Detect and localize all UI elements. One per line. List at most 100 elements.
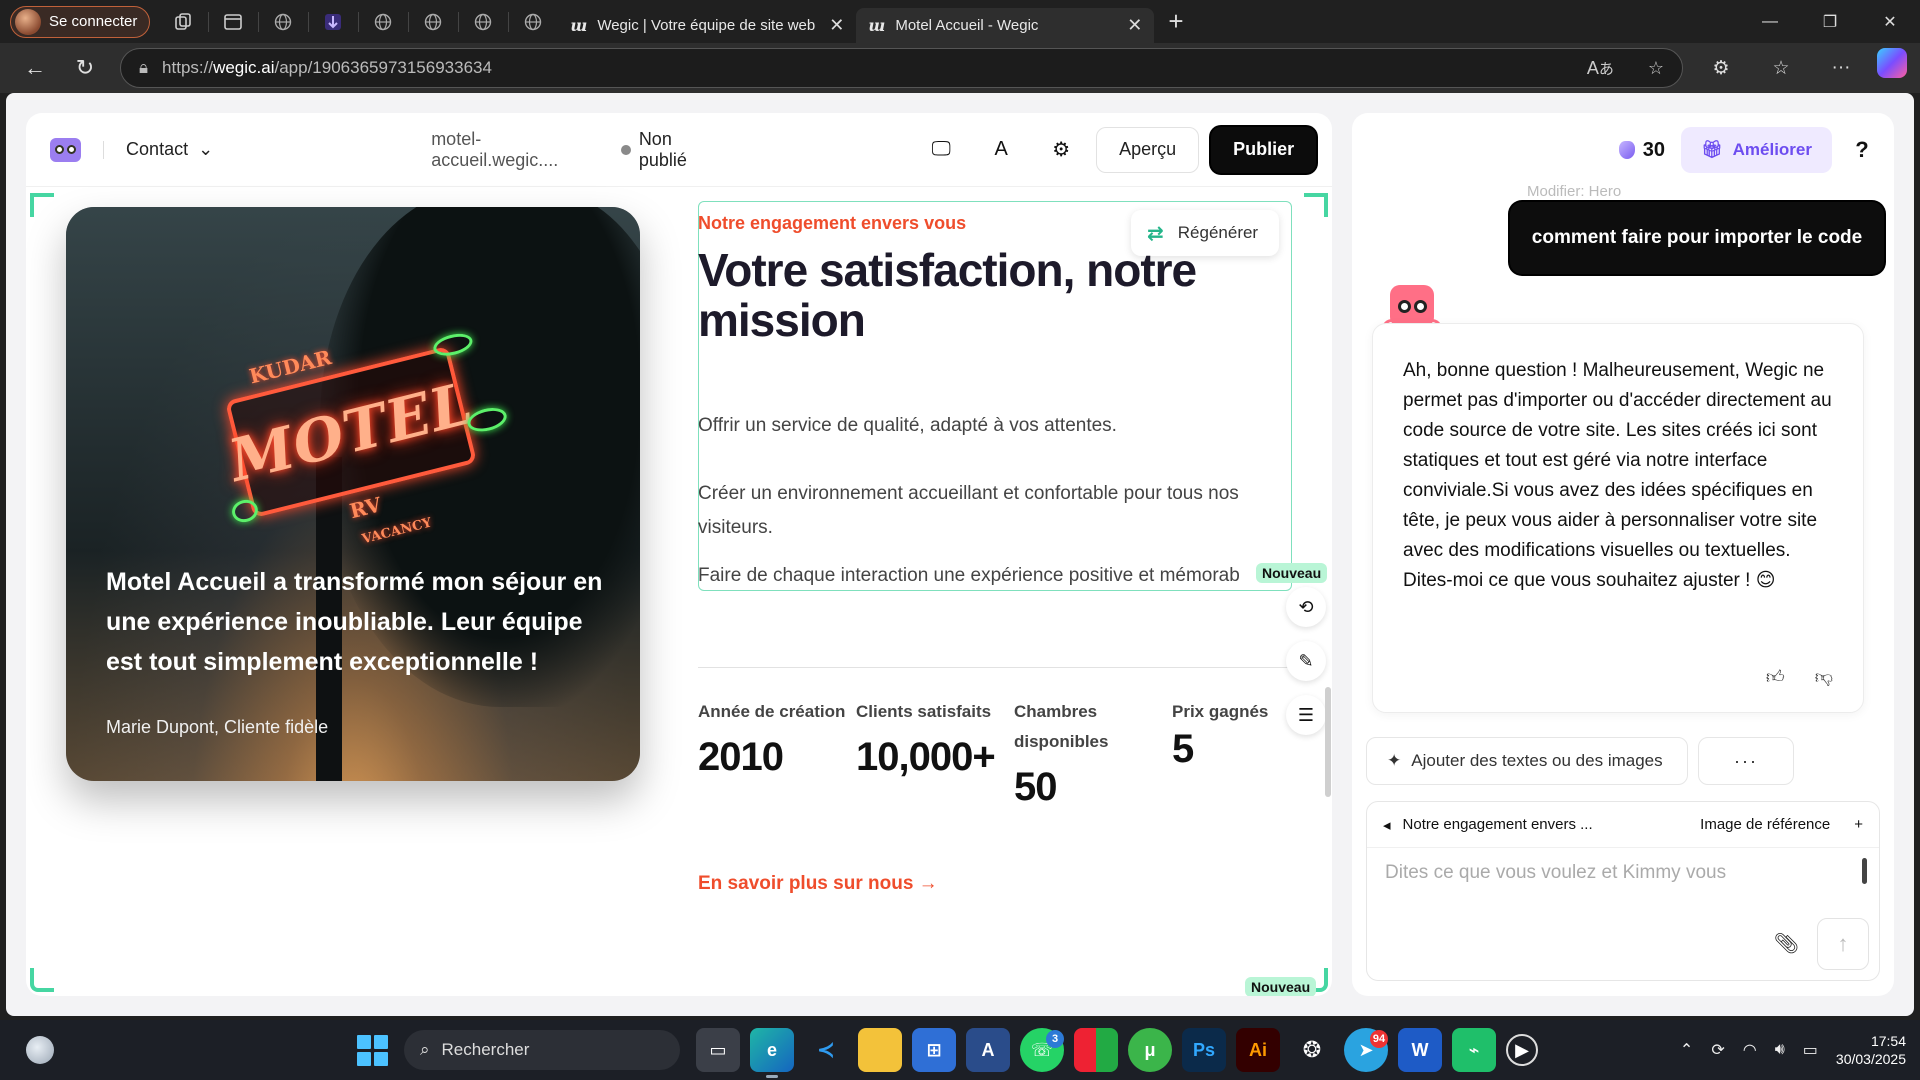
more-options-button[interactable]: ··· xyxy=(1698,737,1794,785)
pinned-tab-globe-icon[interactable] xyxy=(508,0,558,43)
add-reference-icon[interactable]: + xyxy=(1854,816,1863,833)
section-eyebrow[interactable]: Notre engagement envers vous xyxy=(698,213,966,234)
app-green-icon[interactable]: ⌁ xyxy=(1452,1028,1496,1072)
stat-item[interactable]: Année de création 2010 xyxy=(698,697,848,780)
settings-gear-icon[interactable]: ⚙ xyxy=(1042,131,1080,169)
page-selector[interactable]: Contact ⌄ xyxy=(126,139,213,160)
regenerate-label: Régénérer xyxy=(1177,223,1259,242)
minimize-icon[interactable]: — xyxy=(1740,0,1800,43)
file-explorer-icon[interactable] xyxy=(858,1028,902,1072)
site-domain[interactable]: motel-accueil.wegic.... xyxy=(431,129,603,171)
tab-actions-icon[interactable] xyxy=(208,0,258,43)
chat-input[interactable] xyxy=(1385,862,1855,884)
clock[interactable]: 17:54 30/03/2025 xyxy=(1836,1032,1906,1068)
composer-scrollbar[interactable] xyxy=(1862,858,1867,884)
microsoft-store-icon[interactable]: ⊞ xyxy=(912,1028,956,1072)
wifi-icon[interactable]: ◠ xyxy=(1743,1040,1757,1060)
stat-value: 50 xyxy=(1014,765,1058,809)
chatgpt-icon[interactable]: ❂ xyxy=(1290,1028,1334,1072)
style-brush-icon[interactable]: A xyxy=(982,131,1020,169)
section-headline[interactable]: Votre satisfaction, notre mission xyxy=(698,245,1258,345)
telegram-icon[interactable]: ➤ 94 xyxy=(1344,1028,1388,1072)
thumbs-up-icon[interactable]: 👍︎ xyxy=(1766,662,1785,692)
url-field[interactable]: 🔒︎ https://wegic.ai/app/1906365973156933… xyxy=(120,48,1683,88)
font-app-icon[interactable]: A xyxy=(966,1028,1010,1072)
browser-tab[interactable]: ɯ Wegic | Votre équipe de site web ✕ xyxy=(558,8,856,43)
pinned-tab-globe-icon[interactable] xyxy=(458,0,508,43)
whatsapp-icon[interactable]: ☏ 3 xyxy=(1020,1028,1064,1072)
volume-icon[interactable]: 🔊︎ xyxy=(1775,1041,1785,1059)
commitment-paragraph[interactable]: Faire de chaque interaction une expérien… xyxy=(698,559,1254,593)
attach-paperclip-icon[interactable]: 📎︎ xyxy=(1774,931,1799,956)
workspaces-icon[interactable] xyxy=(158,0,208,43)
copilot-icon[interactable] xyxy=(1877,48,1907,78)
pinned-tab-globe-icon[interactable] xyxy=(258,0,308,43)
close-tab-icon[interactable]: ✕ xyxy=(829,15,844,36)
stat-value: 2010 xyxy=(698,735,784,779)
sync-icon[interactable]: ⟳ xyxy=(1711,1040,1724,1060)
stat-item[interactable]: Prix gagnés 5 xyxy=(1172,697,1272,772)
battery-icon[interactable]: ▭ xyxy=(1803,1040,1818,1060)
back-icon[interactable]: ← xyxy=(10,48,60,88)
edge-browser-icon[interactable]: e xyxy=(750,1028,794,1078)
profile-button[interactable]: Se connecter xyxy=(10,5,151,38)
favorite-star-icon[interactable]: ☆ xyxy=(1648,58,1664,79)
read-aloud-icon[interactable]: Aあ xyxy=(1587,58,1614,79)
stat-item[interactable]: Clients satisfaits 10,000+ xyxy=(856,697,1006,780)
pinned-tab-app-icon[interactable] xyxy=(308,0,358,43)
illustrator-icon[interactable]: Ai xyxy=(1236,1028,1280,1072)
media-player-icon[interactable]: ▶ xyxy=(1506,1034,1538,1066)
close-window-icon[interactable]: ✕ xyxy=(1860,0,1920,43)
pinned-tab-globe-icon[interactable] xyxy=(358,0,408,43)
thumbs-down-icon[interactable]: 👎︎ xyxy=(1815,662,1833,692)
status-dot xyxy=(621,144,631,155)
taskbar-search[interactable]: ⌕ Rechercher xyxy=(404,1030,680,1070)
upgrade-button[interactable]: 🎁︎ Améliorer xyxy=(1681,127,1832,173)
testimonial-author[interactable]: Marie Dupont, Cliente fidèle xyxy=(106,717,328,738)
chevron-up-icon[interactable]: ⌃ xyxy=(1680,1040,1693,1060)
swap-layout-icon[interactable]: ⟲ xyxy=(1286,587,1326,627)
canvas-scrollbar[interactable] xyxy=(1325,687,1331,797)
refresh-icon[interactable]: ↻ xyxy=(60,48,110,88)
browser-tab-active[interactable]: ɯ Motel Accueil - Wegic ✕ xyxy=(856,8,1155,43)
task-view-icon[interactable]: ▭ xyxy=(696,1028,740,1072)
publish-button[interactable]: Publier xyxy=(1211,126,1317,173)
close-tab-icon[interactable]: ✕ xyxy=(1127,15,1142,36)
browser-tab-bar: Se connecter ɯ Wegic | Votre équipe de s… xyxy=(0,0,1920,43)
testimonial-image-card[interactable]: KUDAR MOTEL RV VACANCY Motel Accueil a t… xyxy=(66,207,640,781)
pinned-tab-globe-icon[interactable] xyxy=(408,0,458,43)
utorrent-icon[interactable]: μ xyxy=(1128,1028,1172,1072)
stat-item[interactable]: Chambres disponibles 50 xyxy=(1014,697,1164,810)
caret-left-icon[interactable]: ◂ xyxy=(1383,816,1391,834)
start-button-icon[interactable] xyxy=(350,1028,394,1072)
vscode-icon[interactable]: ≺ xyxy=(804,1028,848,1072)
more-menu-icon[interactable]: ··· xyxy=(1817,48,1865,88)
weather-widget-icon[interactable] xyxy=(26,1036,54,1064)
learn-more-link[interactable]: En savoir plus sur nous → xyxy=(698,873,938,895)
edit-pen-icon[interactable]: ✎ xyxy=(1286,641,1326,681)
commitment-paragraph[interactable]: Offrir un service de qualité, adapté à v… xyxy=(698,409,1288,443)
wegic-logo-icon[interactable] xyxy=(50,137,82,162)
context-section-label[interactable]: Notre engagement envers ... xyxy=(1403,816,1593,833)
preview-button[interactable]: Aperçu xyxy=(1096,126,1200,173)
list-menu-icon[interactable]: ☰ xyxy=(1286,695,1326,735)
word-icon[interactable]: W xyxy=(1398,1028,1442,1072)
add-content-button[interactable]: ✦ Ajouter des textes ou des images xyxy=(1366,737,1688,785)
selection-corner xyxy=(30,193,54,217)
office-apps-icon[interactable] xyxy=(1074,1028,1118,1072)
gift-icon: 🎁︎ xyxy=(1701,140,1723,159)
photoshop-icon[interactable]: Ps xyxy=(1182,1028,1226,1072)
new-badge: Nouveau xyxy=(1245,977,1317,996)
reference-image-label[interactable]: Image de référence xyxy=(1700,816,1830,833)
testimonial-quote[interactable]: Motel Accueil a transformé mon séjour en… xyxy=(106,562,606,682)
desktop-view-icon[interactable]: 🖵︎ xyxy=(922,131,960,169)
new-tab-icon[interactable]: + xyxy=(1168,6,1183,37)
commitment-paragraph[interactable]: Créer un environnement accueillant et co… xyxy=(698,477,1288,545)
send-arrow-icon[interactable]: ↑ xyxy=(1817,918,1869,970)
extensions-icon[interactable]: ⚙ xyxy=(1697,48,1745,88)
maximize-icon[interactable]: ❐ xyxy=(1800,0,1860,43)
sparkle-icon: ✦ xyxy=(1387,751,1402,770)
favorites-icon[interactable]: ☆ xyxy=(1757,48,1805,88)
help-icon[interactable]: ? xyxy=(1848,137,1876,163)
tab-title: Motel Accueil - Wegic xyxy=(895,17,1039,34)
